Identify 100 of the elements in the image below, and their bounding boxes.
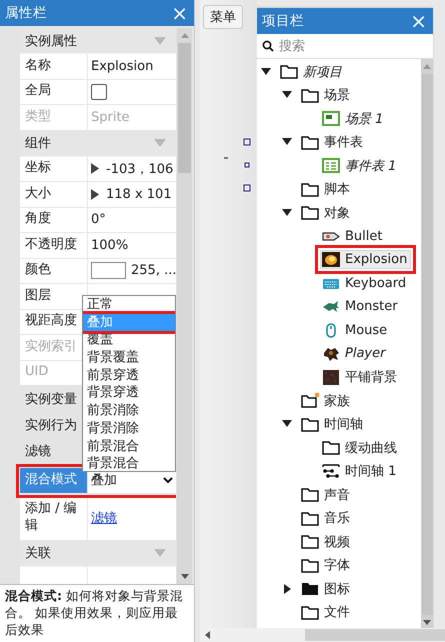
- close-button[interactable]: ×: [408, 11, 429, 31]
- folder-icon: [301, 134, 319, 150]
- scroll-down-icon[interactable]: [180, 574, 188, 579]
- expand-toggle-icon[interactable]: [91, 163, 100, 174]
- property-label: 滤镜: [25, 443, 51, 460]
- folder-icon: [301, 393, 319, 408]
- property-label: 名称: [20, 54, 88, 78]
- dropdown-option[interactable]: 背景消除: [83, 420, 175, 438]
- tree-item[interactable]: Keyboard: [320, 274, 410, 293]
- folder-icon: [301, 581, 319, 596]
- expand-toggle-icon[interactable]: [282, 90, 292, 100]
- property-value: Explosion: [91, 58, 154, 74]
- property-label: 大小: [20, 182, 88, 206]
- expand-toggle-icon[interactable]: [282, 208, 292, 218]
- tree-item[interactable]: 场景: [299, 84, 354, 106]
- scroll-down-icon[interactable]: [423, 620, 431, 625]
- property-label: 混合模式: [20, 468, 88, 492]
- tree-item[interactable]: 文件: [299, 601, 354, 624]
- tree-item[interactable]: Player: [320, 344, 390, 364]
- tree-item[interactable]: 音乐: [299, 507, 354, 530]
- property-value: 255, ...: [131, 263, 176, 278]
- folder-icon: [301, 604, 319, 620]
- panel-title: 项目栏: [262, 12, 304, 30]
- folder-icon: [301, 182, 319, 197]
- property-label: 实例变量: [25, 391, 77, 408]
- search-field[interactable]: 搜索: [279, 38, 419, 54]
- scroll-thumb[interactable]: [305, 629, 445, 641]
- folder-icon: [322, 440, 340, 456]
- expand-toggle-icon[interactable]: [91, 188, 100, 200]
- dropdown-field[interactable]: 叠加: [91, 471, 173, 490]
- checkbox[interactable]: [91, 84, 107, 100]
- expand-toggle-icon[interactable]: [282, 137, 292, 148]
- property-label: 角度: [20, 208, 88, 232]
- table-icon: [322, 158, 340, 174]
- tree-item[interactable]: 场景 1: [320, 108, 388, 130]
- search-icon: [262, 40, 274, 52]
- tree-item[interactable]: 时间轴: [299, 413, 367, 436]
- folder-icon: [301, 558, 319, 573]
- property-label: 坐标: [20, 156, 88, 181]
- creature-icon: [322, 346, 340, 362]
- dropdown-option[interactable]: 前景消除: [83, 402, 175, 420]
- explosion-icon: [322, 252, 340, 268]
- filter-link[interactable]: 滤镜: [91, 509, 117, 527]
- property-label: 类型: [20, 105, 88, 130]
- property-label: 颜色: [20, 258, 88, 283]
- dropdown-option[interactable]: 背景穿透: [83, 384, 175, 402]
- property-value: -103，106: [106, 160, 174, 178]
- tree-item[interactable]: 平铺背景: [320, 366, 401, 388]
- tree-item[interactable]: Monster: [320, 297, 402, 316]
- tree-item[interactable]: 对象: [299, 202, 354, 224]
- color-swatch[interactable]: [91, 262, 126, 280]
- tree-item[interactable]: 视频: [299, 530, 354, 553]
- panel-title: 属性栏: [5, 4, 47, 22]
- property-value: 0°: [91, 212, 106, 228]
- expand-toggle-icon[interactable]: [282, 584, 292, 594]
- section-title: 关联: [25, 545, 51, 562]
- folder-icon: [301, 510, 319, 526]
- tree-item[interactable]: Bullet: [320, 226, 386, 246]
- folder-icon: [301, 416, 319, 432]
- tree-item[interactable]: 图标: [299, 578, 354, 600]
- texture-icon: [322, 370, 340, 385]
- scroll-thumb[interactable]: [178, 43, 191, 173]
- chevron-icon: [163, 476, 173, 484]
- tree-item[interactable]: 字体: [299, 554, 354, 576]
- layout-icon: [322, 111, 340, 126]
- dropdown-option[interactable]: 背景混合: [83, 455, 175, 471]
- folder-icon: [280, 64, 298, 80]
- scrollbar[interactable]: [200, 628, 445, 642]
- selection-handles-drawing: [222, 138, 252, 193]
- expand-toggle-icon[interactable]: [261, 66, 271, 77]
- tree-item[interactable]: 家族: [299, 390, 354, 412]
- property-value: Sprite: [91, 110, 130, 125]
- folder-icon: [301, 205, 319, 220]
- property-label: 不透明度: [20, 233, 88, 258]
- property-label: 全局: [20, 80, 88, 104]
- dropdown-option[interactable]: 前景混合: [83, 438, 175, 456]
- expand-toggle-icon[interactable]: [282, 419, 292, 430]
- tree-item[interactable]: Mouse: [320, 320, 392, 340]
- tree-item[interactable]: 事件表 1: [320, 154, 400, 177]
- help-text: 混合模式: 如何将对象与背景混合。 如果使用效果，则应用最后效果: [0, 584, 194, 642]
- close-button[interactable]: ×: [169, 3, 190, 23]
- tree-item[interactable]: 时间轴 1: [320, 460, 400, 482]
- tree-item[interactable]: 声音: [299, 484, 354, 506]
- folder-icon: [301, 88, 319, 103]
- section-title: 组件: [25, 135, 51, 152]
- tree-item[interactable]: 缓动曲线: [320, 436, 401, 459]
- folder-icon: [301, 534, 319, 550]
- folder-icon: [301, 487, 319, 502]
- creature-icon: [322, 299, 340, 314]
- section-title: 实例属性: [25, 32, 77, 50]
- timeline-icon: [322, 464, 340, 479]
- property-value: 100%: [91, 238, 128, 253]
- scroll-left-icon[interactable]: [205, 631, 210, 639]
- tree-item[interactable]: 事件表: [299, 131, 367, 154]
- menu-button[interactable]: 菜单: [203, 5, 243, 29]
- property-label: 添加 / 编辑: [20, 496, 88, 540]
- property-value: 118 x 101: [106, 186, 172, 202]
- tree-item[interactable]: 脚本: [299, 178, 354, 200]
- scrollbar[interactable]: [177, 28, 192, 584]
- tree-item[interactable]: 新项目: [278, 60, 346, 83]
